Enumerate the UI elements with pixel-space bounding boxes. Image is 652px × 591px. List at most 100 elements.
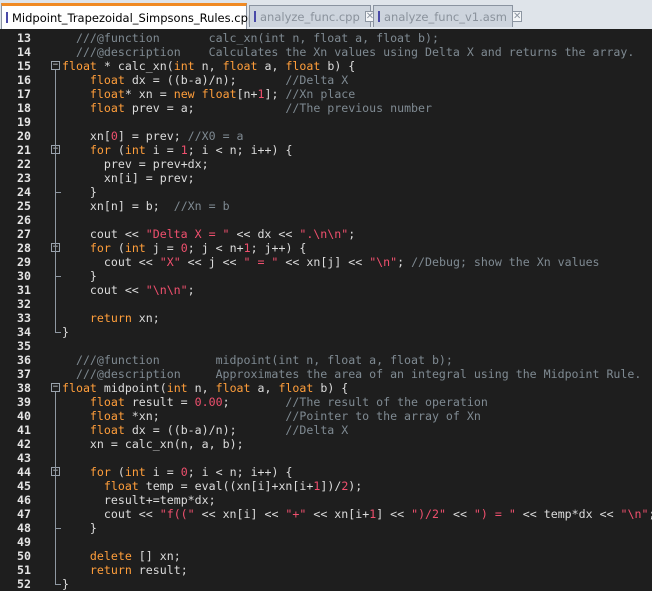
code-line[interactable]: 36 ///@function midpoint(int n, float a,… bbox=[0, 353, 652, 367]
code-token: j bbox=[208, 255, 216, 269]
code-line[interactable]: 21− for (int i = 1; i < n; i++) { bbox=[0, 143, 652, 157]
code-line[interactable]: 19 bbox=[0, 115, 652, 129]
code-token: eval bbox=[194, 479, 223, 493]
keyword-token: for bbox=[89, 143, 111, 157]
code-line[interactable]: 22 prev = prev+dx; bbox=[0, 157, 652, 171]
code-token: << bbox=[180, 255, 209, 269]
code-token: dx bbox=[131, 423, 146, 437]
code-line[interactable]: 18 float prev = a; //The previous number bbox=[0, 101, 652, 115]
code-token: = (( bbox=[145, 73, 181, 87]
code-token: * bbox=[124, 87, 139, 101]
string-token: ".\n\n" bbox=[299, 227, 349, 241]
code-token: i bbox=[124, 171, 132, 185]
code-line[interactable]: 35 bbox=[0, 339, 652, 353]
code-token: b bbox=[222, 437, 230, 451]
line-number: 36 bbox=[17, 353, 31, 367]
tab-midpoint-trapezoidal-simpsons-rules-cpp[interactable]: Midpoint_Trapezoidal_Simpsons_Rules.cpp … bbox=[1, 3, 271, 29]
code-line[interactable]: 24 } bbox=[0, 185, 652, 199]
code-token: a bbox=[194, 73, 202, 87]
close-icon[interactable]: ✕ bbox=[511, 11, 523, 22]
code-line[interactable]: 48 } bbox=[0, 521, 652, 535]
comment-token: //X0 = a bbox=[187, 129, 244, 143]
line-number: 45 bbox=[17, 479, 31, 493]
code-token: i bbox=[152, 465, 160, 479]
code-token: cout bbox=[89, 283, 118, 297]
code-line[interactable]: 40 float *xn; //Pointer to the array of … bbox=[0, 409, 652, 423]
code-line[interactable]: 43 bbox=[0, 451, 652, 465]
code-line[interactable]: 31 cout << "\n\n"; bbox=[0, 283, 652, 297]
code-line[interactable]: 49 bbox=[0, 535, 652, 549]
code-line[interactable]: 39 float result = 0.00; //The result of … bbox=[0, 395, 652, 409]
code-line[interactable]: 45 float temp = eval((xn[i]+xn[i+1])/2); bbox=[0, 479, 652, 493]
code-line[interactable]: 51 return result; bbox=[0, 563, 652, 577]
line-number: 41 bbox=[17, 423, 31, 437]
code-line[interactable]: 37 ///@description Approximates the area… bbox=[0, 367, 652, 381]
code-text: float * calc_xn(int n, float a, float b)… bbox=[62, 59, 355, 73]
code-line[interactable]: 29 cout << "X" << j << " = " << xn[j] <<… bbox=[0, 255, 652, 269]
keyword-token: for bbox=[89, 241, 111, 255]
code-line[interactable]: 28− for (int j = 0; j < n+1; j++) { bbox=[0, 241, 652, 255]
code-line[interactable]: 42 xn = calc_xn(n, a, b); bbox=[0, 437, 652, 451]
code-token: xn bbox=[236, 479, 251, 493]
line-number: 37 bbox=[17, 367, 31, 381]
code-line[interactable]: 41 float dx = ((b-a)/n); //Delta X bbox=[0, 423, 652, 437]
code-token: = bbox=[159, 143, 181, 157]
code-token: ; bbox=[180, 563, 188, 577]
code-line[interactable]: 14 ///@description Calculates the Xn val… bbox=[0, 45, 652, 59]
code-token: n bbox=[110, 199, 118, 213]
code-line[interactable]: 52} bbox=[0, 577, 652, 591]
code-token: prev bbox=[131, 101, 160, 115]
fold-guide-line bbox=[55, 392, 56, 584]
line-number: 21 bbox=[17, 143, 31, 157]
fold-toggle-icon[interactable]: − bbox=[51, 383, 60, 392]
comment-token: //The previous number bbox=[285, 101, 432, 115]
line-number: 14 bbox=[17, 45, 31, 59]
comment-token: ///@description Approximates the area of… bbox=[75, 367, 642, 381]
comment-token: ///@function midpoint(int n, float a, fl… bbox=[75, 353, 453, 367]
code-token: calc_xn bbox=[124, 437, 174, 451]
code-text: cout << "Delta X = " << dx << ".\n\n"; bbox=[62, 227, 355, 241]
code-line[interactable]: 34} bbox=[0, 325, 652, 339]
code-line[interactable]: 17 float* xn = new float[n+1]; //Xn plac… bbox=[0, 87, 652, 101]
code-line[interactable]: 44− for (int i = 0; i < n; i++) { bbox=[0, 465, 652, 479]
code-line[interactable]: 27 cout << "Delta X = " << dx << ".\n\n"… bbox=[0, 227, 652, 241]
code-line[interactable]: 38 − float midpoint(int n, float a, float … bbox=[0, 381, 652, 395]
tab-label: analyze_func_v1.asm bbox=[384, 9, 507, 24]
code-line[interactable]: 47 cout << "f((" << xn[i] << "+" << xn[i… bbox=[0, 507, 652, 521]
code-text: ///@description Calculates the Xn values… bbox=[62, 45, 634, 59]
code-line[interactable]: 50 delete [] xn; bbox=[0, 549, 652, 563]
code-line[interactable]: 32 bbox=[0, 297, 652, 311]
code-token: temp bbox=[145, 479, 174, 493]
code-text: xn = calc_xn(n, a, b); bbox=[62, 437, 244, 451]
code-line[interactable]: 30 } bbox=[0, 269, 652, 283]
code-line[interactable]: 16 float dx = ((b-a)/n); //Delta X bbox=[0, 73, 652, 87]
keyword-token: int bbox=[124, 143, 146, 157]
code-line[interactable]: 46 result+=temp*dx; bbox=[0, 493, 652, 507]
code-token: xn bbox=[306, 255, 321, 269]
code-token: << bbox=[446, 507, 474, 521]
code-text: } bbox=[62, 577, 69, 591]
code-token: << bbox=[515, 507, 544, 521]
code-line[interactable]: 25 xn[n] = b; //Xn = b bbox=[0, 199, 652, 213]
line-number: 32 bbox=[17, 297, 31, 311]
code-line[interactable]: 15− float * calc_xn(int n, float a, float… bbox=[0, 59, 652, 73]
code-token: dx bbox=[578, 507, 593, 521]
tab-analyze-func-v1-asm[interactable]: analyze_func_v1.asm ✕ bbox=[373, 5, 523, 27]
code-token: } bbox=[62, 185, 97, 199]
code-line[interactable]: 26 bbox=[0, 213, 652, 227]
code-line[interactable]: 33 return xn; bbox=[0, 311, 652, 325]
code-line[interactable]: 20 xn[0] = prev; //X0 = a bbox=[0, 129, 652, 143]
code-token: a bbox=[180, 101, 188, 115]
code-editor[interactable]: 13 ///@function calc_xn(int n, float a, … bbox=[0, 29, 652, 591]
code-token: ); bbox=[222, 423, 286, 437]
tab-analyze-func-cpp[interactable]: analyze_func.cpp ✕ bbox=[249, 5, 376, 27]
fold-toggle-icon[interactable]: − bbox=[51, 61, 60, 70]
code-line[interactable]: 13 ///@function calc_xn(int n, float a, … bbox=[0, 31, 652, 45]
code-line[interactable]: 23 xn[i] = prev; bbox=[0, 171, 652, 185]
